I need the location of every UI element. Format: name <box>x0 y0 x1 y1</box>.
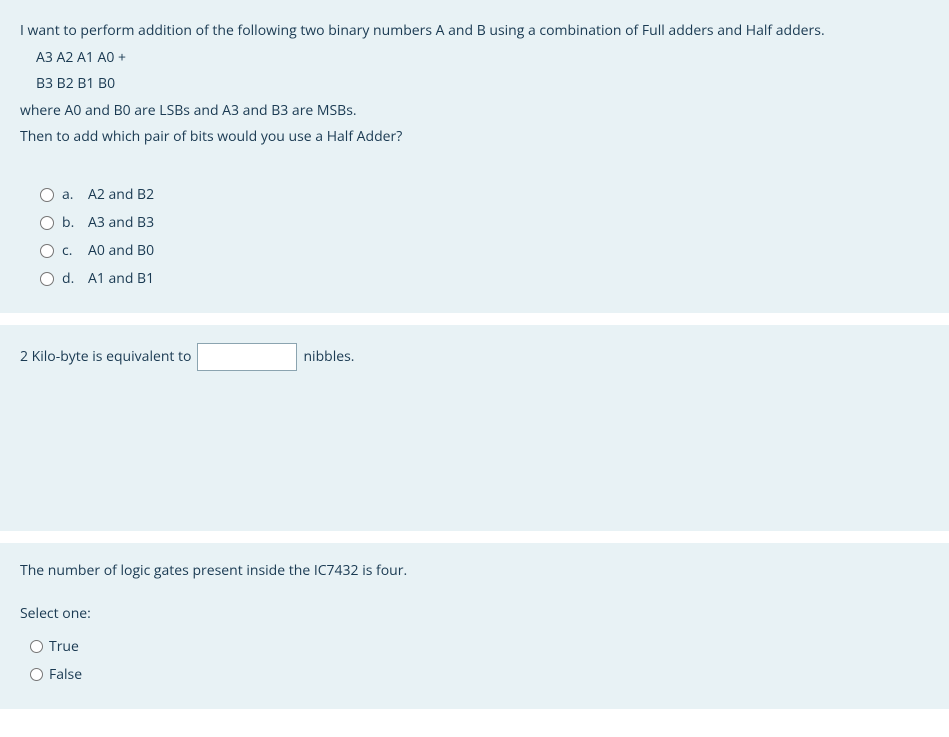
option-true-radio[interactable] <box>30 640 43 653</box>
question-1-options: a. A2 and B2 b. A3 and B3 c. A0 and B0 d… <box>20 181 929 293</box>
option-b-letter: b. <box>62 209 80 237</box>
option-b-radio[interactable] <box>40 216 54 230</box>
option-a-letter: a. <box>62 181 80 209</box>
question-1-text: I want to perform addition of the follow… <box>20 18 929 151</box>
option-c-text: A0 and B0 <box>88 237 154 265</box>
option-b-text: A3 and B3 <box>88 209 154 237</box>
question-3: The number of logic gates present inside… <box>0 543 949 709</box>
option-d[interactable]: d. A1 and B1 <box>40 265 929 293</box>
question-1: I want to perform addition of the follow… <box>0 0 949 313</box>
q1-line3: B3 B2 B1 B0 <box>20 71 929 98</box>
option-false-radio[interactable] <box>30 668 43 681</box>
question-2-row: 2 Kilo-byte is equivalent to nibbles. <box>20 343 929 371</box>
option-false-text: False <box>49 661 82 689</box>
option-d-text: A1 and B1 <box>88 265 154 293</box>
q1-line5: Then to add which pair of bits would you… <box>20 124 929 151</box>
q2-answer-input[interactable] <box>197 343 297 371</box>
option-true[interactable]: True <box>30 633 929 661</box>
option-b[interactable]: b. A3 and B3 <box>40 209 929 237</box>
q1-line4: where A0 and B0 are LSBs and A3 and B3 a… <box>20 98 929 125</box>
option-c-letter: c. <box>62 237 80 265</box>
option-c[interactable]: c. A0 and B0 <box>40 237 929 265</box>
option-false[interactable]: False <box>30 661 929 689</box>
option-true-text: True <box>49 633 79 661</box>
option-d-radio[interactable] <box>40 272 54 286</box>
q3-options: True False <box>20 633 929 689</box>
option-d-letter: d. <box>62 265 80 293</box>
q2-before-text: 2 Kilo-byte is equivalent to <box>20 347 191 366</box>
q3-prompt: The number of logic gates present inside… <box>20 561 929 580</box>
option-a-text: A2 and B2 <box>88 181 154 209</box>
q2-after-text: nibbles. <box>303 347 354 366</box>
q3-select-label: Select one: <box>20 604 929 623</box>
question-2: 2 Kilo-byte is equivalent to nibbles. <box>0 325 949 531</box>
q1-line2: A3 A2 A1 A0 + <box>20 45 929 72</box>
option-c-radio[interactable] <box>40 244 54 258</box>
option-a-radio[interactable] <box>40 188 54 202</box>
option-a[interactable]: a. A2 and B2 <box>40 181 929 209</box>
q1-line1: I want to perform addition of the follow… <box>20 18 929 45</box>
